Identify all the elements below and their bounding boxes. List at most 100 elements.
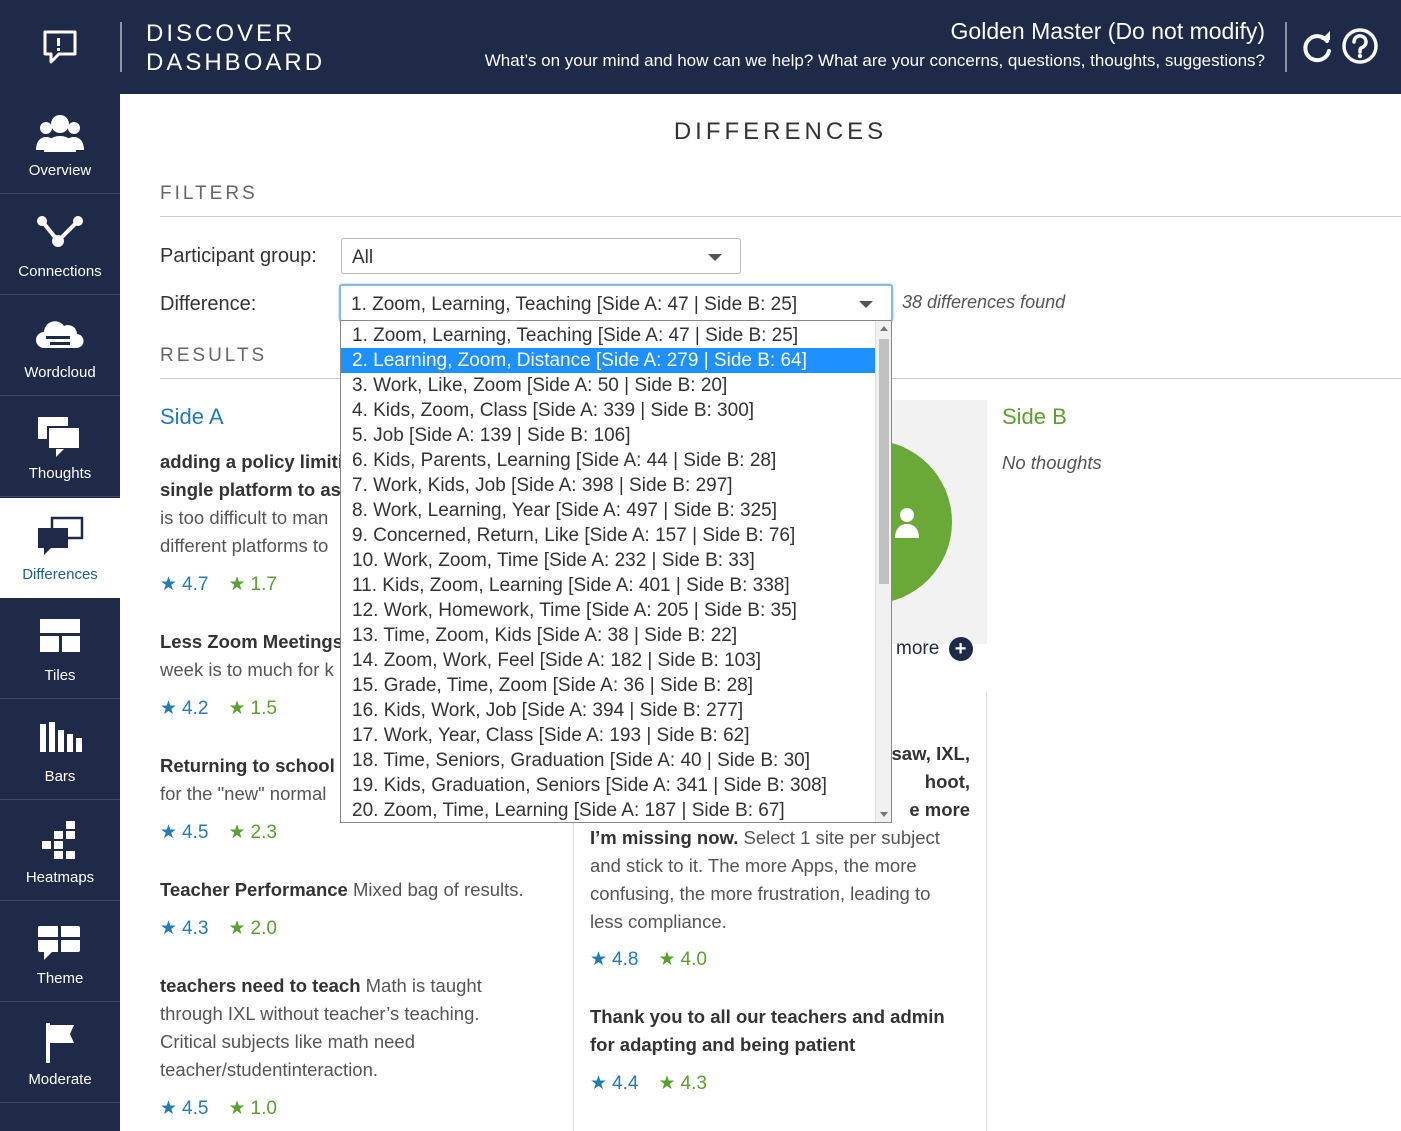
difference-dropdown-list[interactable]: 1. Zoom, Learning, Teaching [Side A: 47 …: [340, 320, 892, 823]
person-icon: [895, 508, 919, 538]
app-title-line2: DASHBOARD: [146, 49, 326, 76]
star-icon: ★: [160, 574, 178, 595]
thought-title: adding a policy limiti: [160, 451, 340, 472]
thought-text: Math is taught: [360, 975, 482, 996]
sidebar-item-label: Wordcloud: [24, 364, 96, 381]
thought-text: different platforms to: [160, 535, 329, 556]
thought-text: Mixed bag of results.: [347, 879, 524, 900]
dropdown-option[interactable]: 12. Work, Homework, Time [Side A: 205 | …: [341, 598, 875, 623]
refresh-icon[interactable]: [1299, 29, 1335, 65]
side-a-heading: Side A: [160, 404, 224, 429]
sidebar-item-tiles[interactable]: Tiles: [0, 599, 120, 699]
sidebar-item-label: Tiles: [44, 667, 76, 684]
dropdown-option[interactable]: 7. Work, Kids, Job [Side A: 398 | Side B…: [341, 473, 875, 498]
thought-text: through IXL without teacher’s teaching.: [160, 1003, 480, 1024]
thought-card[interactable]: Thank you to all our teachers and admin …: [590, 1003, 970, 1059]
dropdown-options: 1. Zoom, Learning, Teaching [Side A: 47 …: [341, 321, 891, 822]
thought-rating: ★ 4.8 ★ 4.0: [590, 948, 707, 971]
thought-card[interactable]: Returning to school for the "new" normal: [160, 752, 340, 808]
thought-text: is too difficult to man: [160, 507, 329, 528]
dropdown-option[interactable]: 19. Kids, Graduation, Seniors [Side A: 3…: [341, 773, 875, 798]
sidebar-item-bars[interactable]: Bars: [0, 700, 120, 800]
thought-title: Thank you to all our teachers and admin: [590, 1006, 945, 1027]
dropdown-option[interactable]: 10. Work, Zoom, Time [Side A: 232 | Side…: [341, 548, 875, 573]
chevron-down-icon: [859, 301, 873, 308]
chevron-down-icon: [708, 254, 722, 261]
thought-text: for the "new" normal: [160, 783, 327, 804]
thought-rating: ★ 4.7 ★ 1.7: [160, 573, 277, 596]
more-link[interactable]: more +: [896, 637, 973, 661]
dropdown-option[interactable]: 15. Grade, Time, Zoom [Side A: 36 | Side…: [341, 673, 875, 698]
sidebar-item-connections[interactable]: Connections: [0, 195, 120, 295]
dropdown-option[interactable]: 2. Learning, Zoom, Distance [Side A: 279…: [341, 348, 875, 373]
dropdown-option[interactable]: 3. Work, Like, Zoom [Side A: 50 | Side B…: [341, 373, 875, 398]
rating-side-b: 1.7: [250, 574, 277, 595]
sidebar-item-thoughts[interactable]: Thoughts: [0, 397, 120, 497]
scroll-down-icon[interactable]: [880, 812, 888, 817]
dropdown-option[interactable]: 5. Job [Side A: 139 | Side B: 106]: [341, 423, 875, 448]
dropdown-option[interactable]: 14. Zoom, Work, Feel [Side A: 182 | Side…: [341, 648, 875, 673]
dropdown-option[interactable]: 8. Work, Learning, Year [Side A: 497 | S…: [341, 498, 875, 523]
dropdown-option[interactable]: 11. Kids, Zoom, Learning [Side A: 401 | …: [341, 573, 875, 598]
thought-title: saw, IXL,: [891, 743, 970, 764]
chat-bubble-icon[interactable]: [0, 0, 120, 94]
dropdown-option[interactable]: 16. Kids, Work, Job [Side A: 394 | Side …: [341, 698, 875, 723]
sidebar-item-overview[interactable]: Overview: [0, 94, 120, 194]
sidebar-item-moderate[interactable]: Moderate: [0, 1003, 120, 1103]
sidebar-item-differences[interactable]: Differences: [0, 498, 120, 598]
tiles-icon: [40, 619, 80, 652]
thought-rating: ★ 4.5 ★ 1.0: [160, 1097, 277, 1120]
rating-side-b: 2.3: [250, 822, 277, 843]
dropdown-option[interactable]: 20. Zoom, Time, Learning [Side A: 187 | …: [341, 798, 875, 822]
help-icon[interactable]: [1341, 27, 1379, 65]
dropdown-scrollbar[interactable]: [875, 321, 891, 822]
thought-card[interactable]: teachers need to teach Math is taught th…: [160, 972, 570, 1084]
thought-rating: ★ 4.4 ★ 4.3: [590, 1072, 707, 1095]
scrollbar-thumb[interactable]: [879, 339, 889, 584]
rating-side-b: 4.0: [680, 949, 707, 970]
dropdown-option[interactable]: 4. Kids, Zoom, Class [Side A: 339 | Side…: [341, 398, 875, 423]
thought-title: for adapting and being patient: [590, 1034, 856, 1055]
heatmap-icon: [42, 821, 75, 859]
thought-rating: ★ 4.5 ★ 2.3: [160, 821, 277, 844]
thought-text: Select 1 site per subject: [738, 827, 940, 848]
scroll-up-icon[interactable]: [880, 326, 888, 331]
network-icon: [37, 216, 83, 247]
star-icon: ★: [590, 949, 608, 970]
column-divider: [986, 692, 987, 1131]
thought-card[interactable]: Less Zoom Meetings week is to much for k: [160, 628, 340, 684]
sidebar-item-label: Heatmaps: [25, 869, 95, 886]
thought-title: Returning to school: [160, 755, 335, 776]
sidebar-item-label: Bars: [44, 768, 76, 785]
star-icon: ★: [160, 822, 178, 843]
rating-side-b: 4.3: [680, 1073, 707, 1094]
thought-card[interactable]: Teacher Performance Mixed bag of results…: [160, 876, 570, 904]
thought-title: teachers need to teach: [160, 975, 361, 996]
difference-select[interactable]: 1. Zoom, Learning, Teaching [Side A: 47 …: [339, 284, 893, 322]
dropdown-option[interactable]: 17. Work, Year, Class [Side A: 193 | Sid…: [341, 723, 875, 748]
thought-text: week is to much for k: [160, 659, 334, 680]
people-icon: [36, 115, 84, 152]
dropdown-option[interactable]: 13. Time, Zoom, Kids [Side A: 38 | Side …: [341, 623, 875, 648]
bars-icon: [40, 722, 82, 752]
thought-title: Less Zoom Meetings: [160, 631, 340, 652]
rating-side-a: 4.8: [612, 949, 639, 970]
dropdown-option[interactable]: 1. Zoom, Learning, Teaching [Side A: 47 …: [341, 323, 875, 348]
star-icon: ★: [160, 698, 178, 719]
participant-group-select[interactable]: All: [341, 238, 741, 274]
thought-text: Critical subjects like math need: [160, 1031, 415, 1052]
dropdown-option[interactable]: 18. Time, Seniors, Graduation [Side A: 4…: [341, 748, 875, 773]
star-icon: ★: [228, 918, 246, 939]
differences-icon: [38, 516, 84, 555]
sidebar-item-label: Differences: [22, 566, 98, 583]
rating-side-b: 1.5: [250, 698, 277, 719]
results-heading: RESULTS: [160, 345, 268, 366]
sidebar-item-heatmaps[interactable]: Heatmaps: [0, 801, 120, 901]
thought-title: I’m missing now.: [590, 827, 739, 848]
dropdown-option[interactable]: 6. Kids, Parents, Learning [Side A: 44 |…: [341, 448, 875, 473]
thought-card[interactable]: adding a policy limiti single platform t…: [160, 448, 340, 558]
sidebar-item-wordcloud[interactable]: Wordcloud: [0, 296, 120, 396]
sidebar-item-theme[interactable]: Theme: [0, 902, 120, 1002]
dropdown-option[interactable]: 9. Concerned, Return, Like [Side A: 157 …: [341, 523, 875, 548]
thought-text: and stick to it. The more Apps, the more: [590, 855, 917, 876]
